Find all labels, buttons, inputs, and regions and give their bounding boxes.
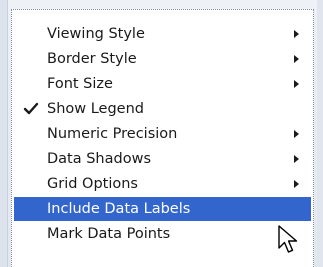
window-edge-right xyxy=(317,0,323,267)
menu-item-label: Border Style xyxy=(47,51,137,67)
chevron-right-icon xyxy=(294,80,299,88)
menu-item-show-legend[interactable]: Show Legend xyxy=(14,97,311,121)
menu-item-label: Data Shadows xyxy=(47,151,151,167)
menu-item-data-shadows[interactable]: Data Shadows xyxy=(14,147,311,171)
window-edge-left xyxy=(0,0,8,267)
menu-item-font-size[interactable]: Font Size xyxy=(14,72,311,96)
chevron-right-icon xyxy=(294,180,299,188)
menu-item-label: Viewing Style xyxy=(47,26,145,42)
menu-item-mark-data-points[interactable]: Mark Data Points xyxy=(14,222,311,246)
menu-item-label: Show Legend xyxy=(47,101,144,117)
check-icon xyxy=(23,102,39,115)
menu-item-label: Mark Data Points xyxy=(47,226,171,242)
chevron-right-icon xyxy=(294,30,299,38)
menu-item-grid-options[interactable]: Grid Options xyxy=(14,172,311,196)
context-menu: Viewing Style Border Style Font Size Sho… xyxy=(11,9,314,267)
menu-item-include-data-labels[interactable]: Include Data Labels xyxy=(14,197,311,221)
chevron-right-icon xyxy=(294,130,299,138)
menu-item-viewing-style[interactable]: Viewing Style xyxy=(14,22,311,46)
chevron-right-icon xyxy=(294,155,299,163)
menu-item-numeric-precision[interactable]: Numeric Precision xyxy=(14,122,311,146)
menu-item-label: Grid Options xyxy=(47,176,138,192)
menu-item-label: Font Size xyxy=(47,76,113,92)
chevron-right-icon xyxy=(294,55,299,63)
menu-item-label: Include Data Labels xyxy=(47,201,191,217)
menu-item-label: Numeric Precision xyxy=(47,126,178,142)
menu-item-border-style[interactable]: Border Style xyxy=(14,47,311,71)
